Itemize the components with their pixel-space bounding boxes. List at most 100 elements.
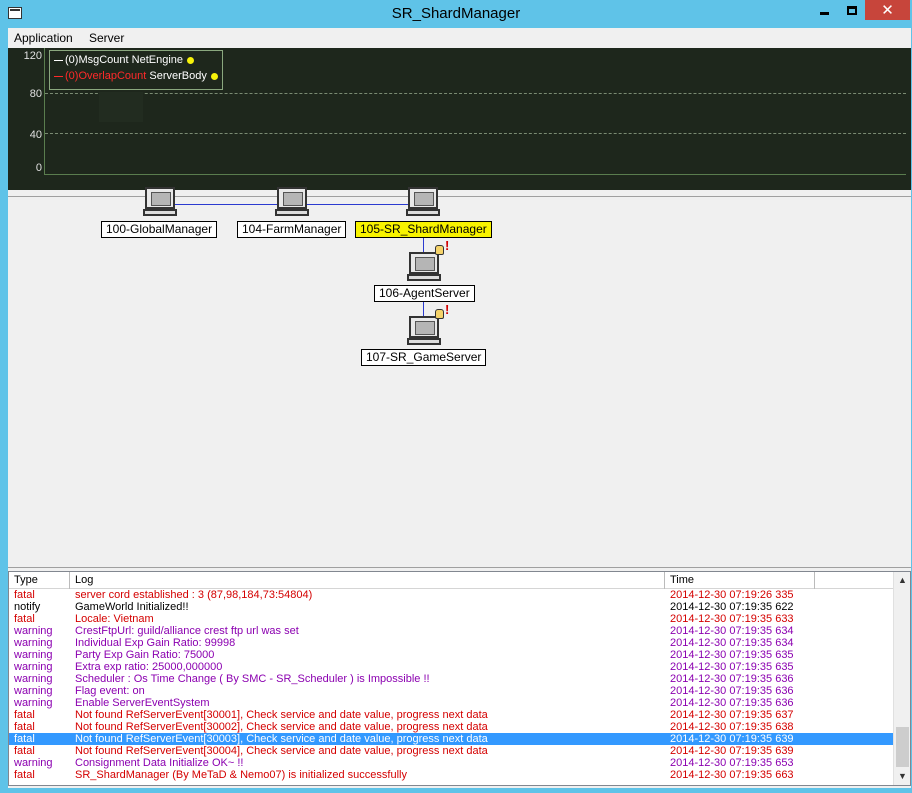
log-time: 2014-12-30 07:19:35 639 xyxy=(670,745,794,757)
log-row[interactable]: notify GameWorld Initialized!! 2014-12-30 … xyxy=(9,601,894,613)
log-time: 2014-12-30 07:19:35 663 xyxy=(670,769,794,781)
menu-server[interactable]: Server xyxy=(89,31,124,45)
log-row[interactable]: fatal server cord established : 3 (87,98,… xyxy=(9,589,894,601)
legend-line-icon xyxy=(54,59,63,61)
log-time: 2014-12-30 07:19:35 638 xyxy=(670,721,794,733)
log-message: server cord established : 3 (87,98,184,7… xyxy=(75,589,313,601)
log-time: 2014-12-30 07:19:35 634 xyxy=(670,637,794,649)
log-list[interactable]: Type Log Time fatal server cord establish… xyxy=(8,571,911,786)
column-header-type[interactable]: Type xyxy=(9,572,70,589)
log-time: 2014-12-30 07:19:35 639 xyxy=(670,733,794,745)
log-message: SR_ShardManager (By MeTaD & Nemo07) is i… xyxy=(75,769,407,781)
node-label-farm-manager[interactable]: 104-FarmManager xyxy=(237,221,347,238)
log-row[interactable]: fatal Locale: Vietnam 2014-12-30 07:19:35 … xyxy=(9,613,894,625)
log-rows: fatal server cord established : 3 (87,98,… xyxy=(9,589,894,781)
close-button[interactable]: ✕ xyxy=(865,0,910,20)
legend-label: (0)OverlapCount xyxy=(65,70,147,82)
log-row[interactable]: warning Party Exp Gain Ratio: 75000 2014-1… xyxy=(9,649,894,661)
log-header: Type Log Time xyxy=(9,572,894,589)
log-message: Not found RefServerEvent[30003], Check s… xyxy=(75,733,488,745)
node-label-global-manager[interactable]: 100-GlobalManager xyxy=(101,221,218,238)
maximize-button[interactable] xyxy=(838,0,865,20)
log-time: 2014-12-30 07:19:35 636 xyxy=(670,685,794,697)
log-message: Enable ServerEventSystem xyxy=(75,697,210,709)
close-icon: ✕ xyxy=(881,2,894,19)
log-time: 2014-12-30 07:19:35 636 xyxy=(670,697,794,709)
graph-shade xyxy=(99,92,143,122)
log-type: fatal xyxy=(14,613,35,625)
scroll-down-icon[interactable]: ▼ xyxy=(894,768,911,785)
log-time: 2014-12-30 07:19:35 622 xyxy=(670,601,794,613)
grid-line xyxy=(45,133,906,134)
log-row[interactable]: warning Consignment Data Initialize OK~ !… xyxy=(9,757,894,769)
log-row[interactable]: warning Flag event: on 2014-12-30 07:19:35… xyxy=(9,685,894,697)
legend-source: ServerBody xyxy=(149,70,207,82)
legend-line-icon xyxy=(54,75,63,77)
log-type: warning xyxy=(14,637,53,649)
log-type: fatal xyxy=(14,733,35,745)
menu-application[interactable]: Application xyxy=(14,31,73,45)
log-row[interactable]: warning Scheduler : Os Time Change ( By S… xyxy=(9,673,894,685)
client-area: Application Server 120 80 40 0 (0)MsgCou… xyxy=(8,28,911,788)
scroll-up-icon[interactable]: ▲ xyxy=(894,572,911,589)
log-row[interactable]: fatal Not found RefServerEvent[30003], Ch… xyxy=(9,733,894,745)
log-message: Not found RefServerEvent[30004], Check s… xyxy=(75,745,488,757)
log-row[interactable]: warning CrestFtpUrl: guild/alliance crest… xyxy=(9,625,894,637)
y-tick-label: 80 xyxy=(29,88,42,100)
grid-line xyxy=(45,93,906,94)
node-label-agent-server[interactable]: 106-AgentServer xyxy=(374,285,475,302)
log-message: Extra exp ratio: 25000,000000 xyxy=(75,661,223,673)
log-row[interactable]: warning Enable ServerEventSystem 2014-12-3… xyxy=(9,697,894,709)
y-tick-label: 120 xyxy=(23,50,42,62)
log-row[interactable]: fatal SR_ShardManager (By MeTaD & Nemo07)… xyxy=(9,769,894,781)
legend-entry-msgcount: (0)MsgCount NetEngine xyxy=(54,54,195,68)
alert-hand-icon: ! xyxy=(435,303,453,321)
scroll-thumb[interactable] xyxy=(896,727,909,767)
log-type: fatal xyxy=(14,721,35,733)
log-type: warning xyxy=(14,673,53,685)
alert-hand-icon: ! xyxy=(435,239,453,257)
log-message: Not found RefServerEvent[30002], Check s… xyxy=(75,721,488,733)
log-message: Party Exp Gain Ratio: 75000 xyxy=(75,649,215,661)
log-message: Scheduler : Os Time Change ( By SMC - SR… xyxy=(75,673,430,685)
log-row[interactable]: fatal Not found RefServerEvent[30004], Ch… xyxy=(9,745,894,757)
column-header-time[interactable]: Time xyxy=(665,572,815,589)
log-row[interactable]: fatal Not found RefServerEvent[30002], Ch… xyxy=(9,721,894,733)
minimize-icon xyxy=(820,11,829,15)
log-type: warning xyxy=(14,625,53,637)
title-bar: SR_ShardManager ✕ xyxy=(0,0,912,28)
log-time: 2014-12-30 07:19:35 653 xyxy=(670,757,794,769)
menu-bar: Application Server xyxy=(8,28,911,48)
performance-graph: 120 80 40 0 (0)MsgCount NetEngine (0)Ove… xyxy=(8,48,911,190)
node-label-shard-manager[interactable]: 105-SR_ShardManager xyxy=(355,221,492,238)
legend-marker-icon xyxy=(210,72,218,80)
log-type: warning xyxy=(14,757,53,769)
log-message: Individual Exp Gain Ratio: 99998 xyxy=(75,637,236,649)
log-scrollbar[interactable]: ▲ ▼ xyxy=(893,572,910,785)
log-type: fatal xyxy=(14,769,35,781)
log-time: 2014-12-30 07:19:35 636 xyxy=(670,673,794,685)
legend-label: (0)MsgCount xyxy=(65,54,129,66)
log-type: warning xyxy=(14,649,53,661)
log-message: Locale: Vietnam xyxy=(75,613,154,625)
log-type: notify xyxy=(14,601,41,613)
log-type: warning xyxy=(14,685,53,697)
minimize-button[interactable] xyxy=(811,0,838,20)
node-label-game-server[interactable]: 107-SR_GameServer xyxy=(361,349,487,366)
log-message: Consignment Data Initialize OK~ !! xyxy=(75,757,244,769)
log-message: GameWorld Initialized!! xyxy=(75,601,189,613)
column-header-log[interactable]: Log xyxy=(70,572,665,589)
log-row[interactable]: fatal Not found RefServerEvent[30001], Ch… xyxy=(9,709,894,721)
network-topology-view[interactable]: 100-GlobalManager 104-FarmManager 105-SR… xyxy=(8,187,911,568)
legend-entry-overlapcount: (0)OverlapCount ServerBody xyxy=(54,70,218,84)
log-row[interactable]: warning Extra exp ratio: 25000,000000 2014… xyxy=(9,661,894,673)
log-message: Not found RefServerEvent[30001], Check s… xyxy=(75,709,488,721)
legend-marker-icon xyxy=(187,56,195,64)
log-time: 2014-12-30 07:19:35 633 xyxy=(670,613,794,625)
log-type: fatal xyxy=(14,709,35,721)
y-tick-label: 0 xyxy=(35,162,42,174)
log-time: 2014-12-30 07:19:26 335 xyxy=(670,589,794,601)
log-row[interactable]: warning Individual Exp Gain Ratio: 99998 2… xyxy=(9,637,894,649)
log-type: fatal xyxy=(14,745,35,757)
log-time: 2014-12-30 07:19:35 637 xyxy=(670,709,794,721)
